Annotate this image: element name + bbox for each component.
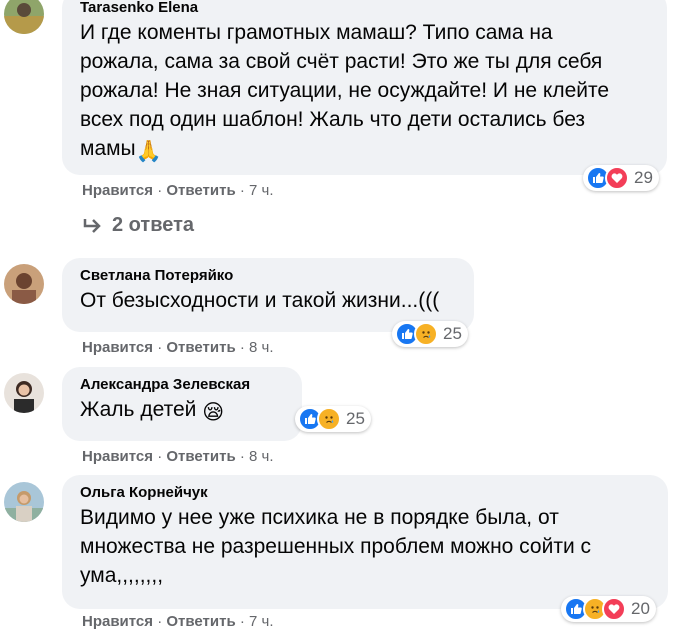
reply-button[interactable]: Ответить — [166, 339, 235, 356]
view-replies-button[interactable]: 2 ответа — [82, 214, 194, 237]
comment-author[interactable]: Ольга Корнейчук — [80, 483, 652, 503]
comment-line: И где коменты грамотных мамаш? Типо сама… — [80, 21, 553, 44]
like-button[interactable]: Нравится — [82, 339, 153, 356]
reactions-summary[interactable]: 29 — [583, 165, 659, 191]
comment-actions: Нравится · Ответить · 7 ч. — [82, 181, 274, 201]
replies-label: 2 ответа — [112, 214, 195, 236]
reply-arrow-icon — [83, 218, 101, 233]
reactions-summary[interactable]: 20 — [561, 596, 656, 622]
comment-bubble: Ольга Корнейчук Видимо у нее уже психика… — [62, 475, 668, 609]
comment-line: мамы🙏 — [80, 134, 651, 166]
timestamp[interactable]: 8 ч. — [249, 448, 274, 465]
reaction-count: 25 — [443, 324, 462, 343]
reaction-count: 29 — [634, 168, 653, 187]
reply-button[interactable]: Ответить — [166, 182, 235, 199]
comment-line-text: мамы — [80, 137, 136, 160]
comment-text: Видимо у нее уже психика не в порядке бы… — [80, 503, 652, 590]
love-icon — [605, 166, 629, 190]
comment-author[interactable]: Александра Зелевская — [80, 375, 286, 395]
love-icon — [602, 597, 626, 621]
comment-author[interactable]: Tarasenko Elena — [80, 0, 651, 18]
separator: · — [235, 182, 250, 199]
sleepy-face-emoji: 😪 — [202, 401, 225, 424]
reaction-count: 25 — [346, 409, 365, 428]
reactions-summary[interactable]: 25 — [392, 321, 468, 347]
avatar[interactable] — [4, 482, 44, 522]
comment-author[interactable]: Светлана Потеряйко — [80, 266, 458, 286]
comment-line: От безысходности и такой жизни...((( — [80, 289, 440, 312]
avatar[interactable] — [4, 0, 44, 34]
comment-line: рожала! Не зная ситуации, не осуждайте! … — [80, 79, 610, 102]
reaction-count: 20 — [631, 599, 650, 618]
avatar[interactable] — [4, 264, 44, 304]
comment-bubble: Tarasenko Elena И где коменты грамотных … — [62, 0, 667, 175]
separator: · — [153, 448, 167, 465]
comment-actions: Нравится · Ответить · 7 ч. — [82, 612, 274, 632]
like-button[interactable]: Нравится — [82, 448, 153, 465]
comment-text: От безысходности и такой жизни...((( — [80, 286, 458, 315]
separator: · — [235, 613, 250, 630]
separator: · — [153, 339, 167, 356]
comment-bubble: Александра Зелевская Жаль детей 😪 — [62, 367, 302, 441]
separator: · — [153, 613, 167, 630]
separator: · — [153, 182, 167, 199]
separator: · — [235, 448, 250, 465]
reply-button[interactable]: Ответить — [166, 448, 235, 465]
folded-hands-emoji: 🙏 — [135, 140, 162, 163]
reply-button[interactable]: Ответить — [166, 613, 235, 630]
comment-text: Жаль детей 😪 — [80, 395, 286, 427]
comment-line: всех под один шаблон! Жаль что дети оста… — [80, 108, 586, 131]
sad-icon — [414, 322, 438, 346]
comment-line: ума,,,,,,,, — [80, 564, 164, 587]
comment-line-text: Жаль детей — [80, 398, 197, 421]
reactions-summary[interactable]: 25 — [295, 406, 371, 432]
like-button[interactable]: Нравится — [82, 182, 153, 199]
comment-line: Видимо у нее уже психика не в порядке бы… — [80, 506, 559, 529]
comment-actions: Нравится · Ответить · 8 ч. — [82, 447, 274, 467]
comment-line: множества не разрешенных проблем можно с… — [80, 535, 592, 558]
timestamp[interactable]: 8 ч. — [249, 339, 274, 356]
sad-icon — [317, 407, 341, 431]
comment-actions: Нравится · Ответить · 8 ч. — [82, 338, 274, 358]
avatar[interactable] — [4, 373, 44, 413]
like-button[interactable]: Нравится — [82, 613, 153, 630]
timestamp[interactable]: 7 ч. — [249, 613, 274, 630]
separator: · — [235, 339, 250, 356]
timestamp[interactable]: 7 ч. — [249, 182, 274, 199]
comment-line: Жаль детей 😪 — [80, 395, 286, 427]
comment-line: рожала, сама за свой счёт расти! Это же … — [80, 50, 603, 73]
comment-text: И где коменты грамотных мамаш? Типо сама… — [80, 18, 651, 166]
